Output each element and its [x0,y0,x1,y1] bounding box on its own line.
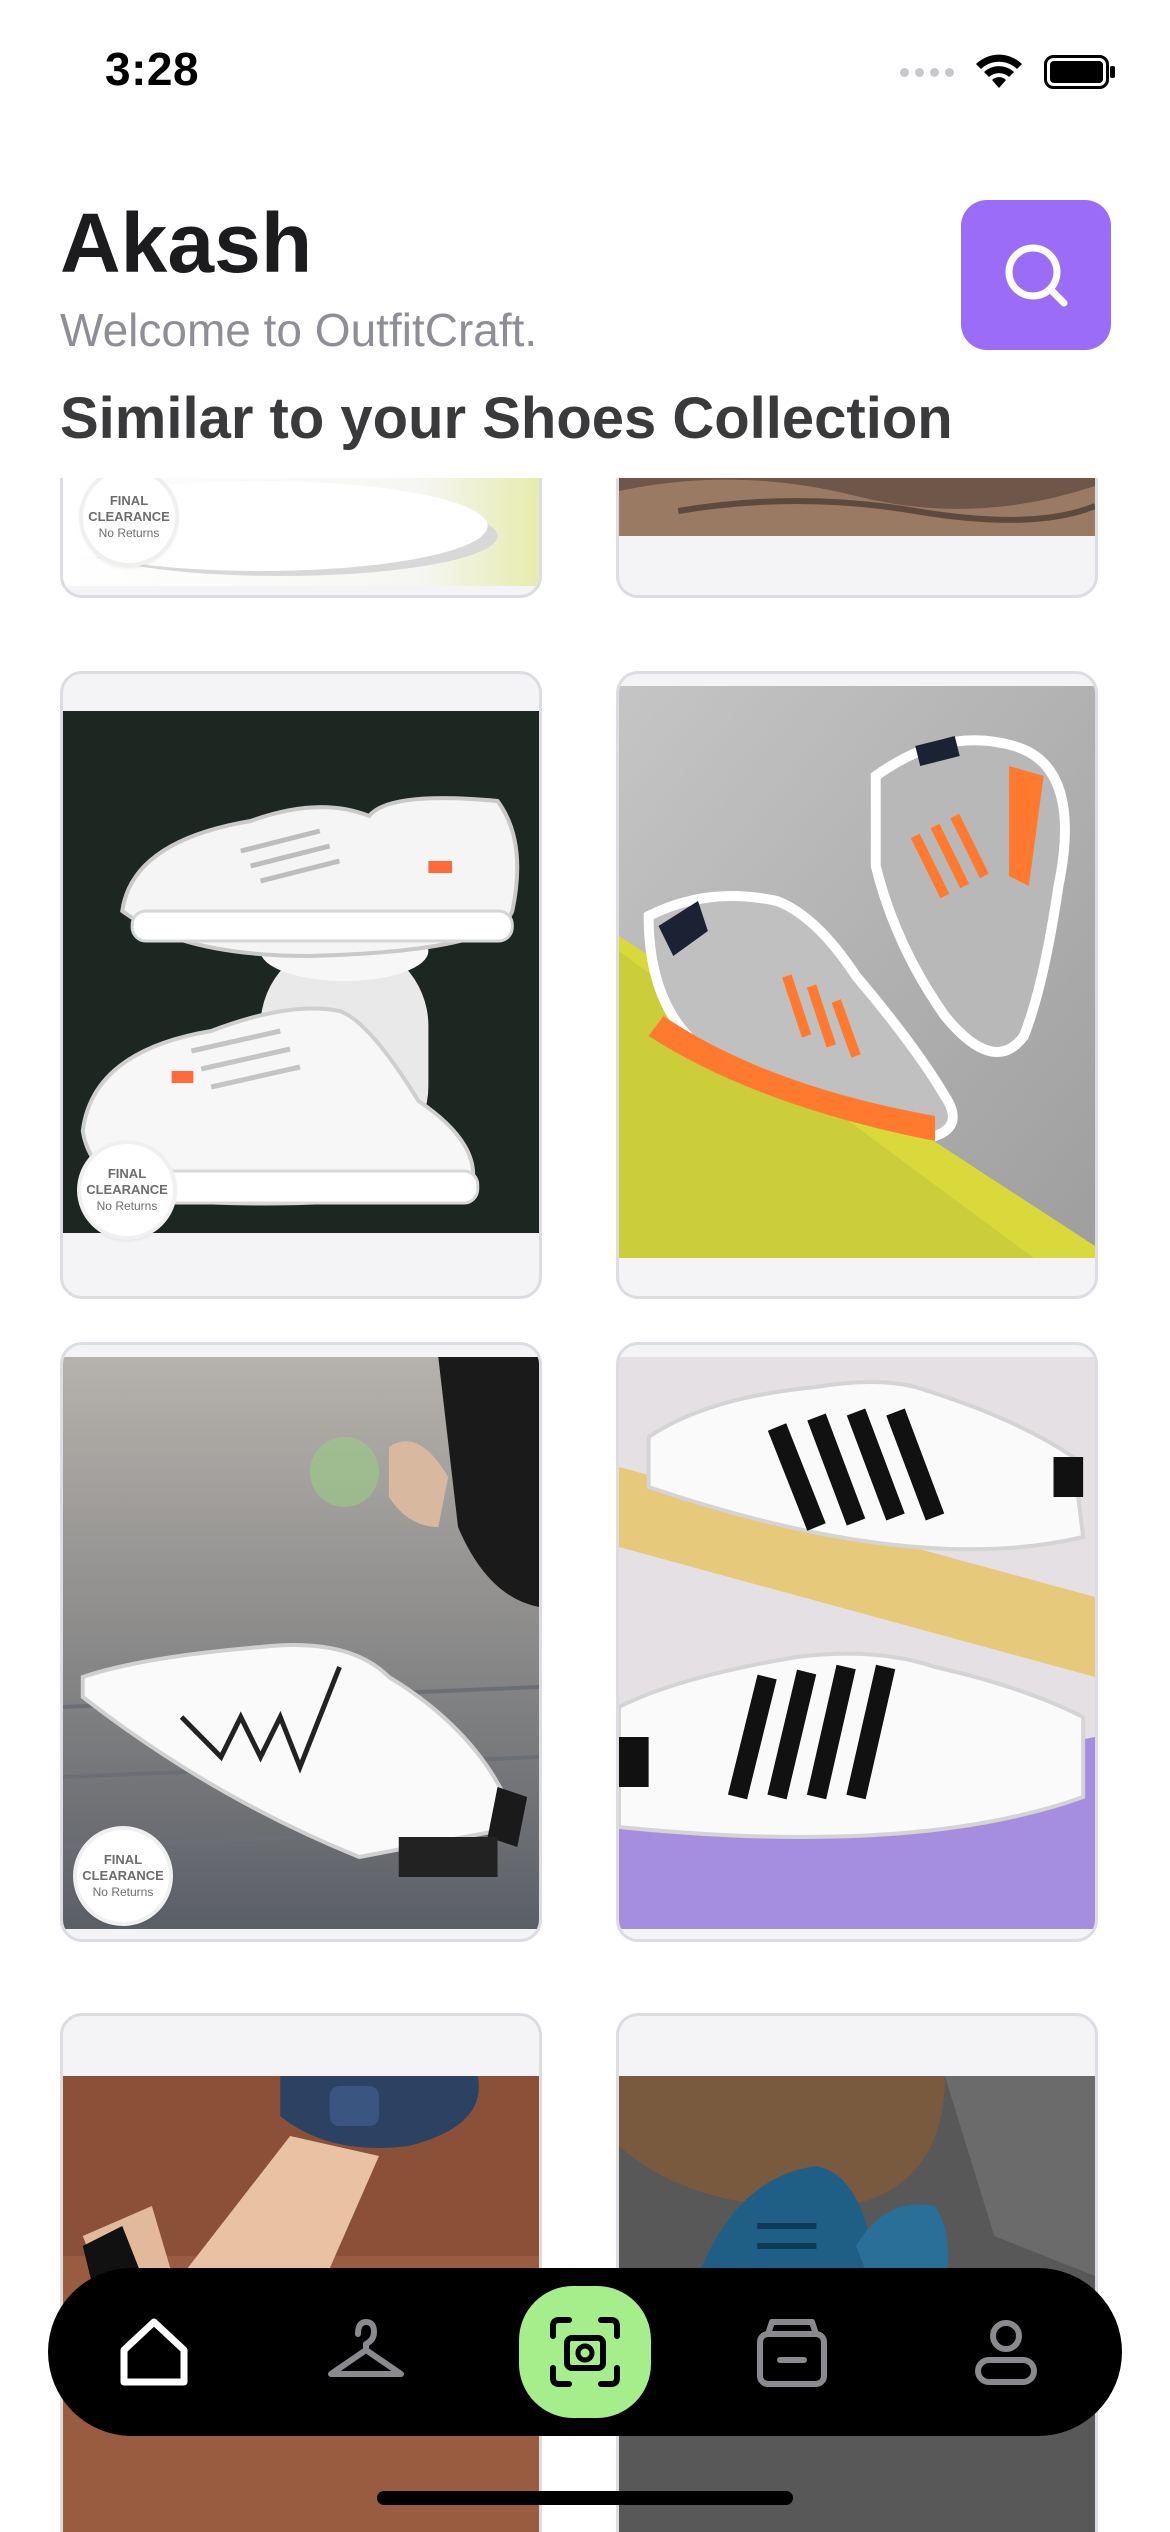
product-card[interactable]: FINAL CLEARANCE No Returns [60,1342,542,1942]
scan-icon [550,2317,620,2387]
product-image [619,478,1095,536]
home-indicator[interactable] [377,2491,793,2505]
status-indicators [900,54,1116,90]
hanger-icon [328,2319,404,2377]
cellular-signal-icon [900,67,954,77]
user-name-heading: Akash [60,196,313,290]
section-title: Similar to your Shoes Collection [60,386,953,451]
nav-wardrobe[interactable] [312,2298,420,2406]
nav-scan[interactable] [519,2286,651,2418]
welcome-subtitle: Welcome to OutfitCraft. [60,304,538,356]
final-clearance-badge: FINAL CLEARANCE No Returns [81,1144,173,1236]
product-card[interactable]: FINAL CLEARANCE No Returns [60,671,542,1299]
product-card[interactable]: FINAL CLEARANCE No Returns [60,478,542,598]
bag-icon [757,2319,827,2387]
nav-profile[interactable] [952,2298,1060,2406]
search-icon [1005,244,1068,307]
search-button[interactable] [961,200,1111,350]
nav-bag[interactable] [738,2298,846,2406]
product-image [619,686,1095,1258]
product-image [619,1357,1095,1929]
product-card[interactable] [616,1342,1098,1942]
battery-icon [1044,55,1116,89]
wifi-icon [974,54,1024,90]
profile-icon [975,2320,1037,2385]
nav-home[interactable] [100,2298,208,2406]
product-grid: FINAL CLEARANCE No Returns FINAL CLEARAN… [0,478,1170,2532]
home-icon [120,2318,188,2386]
product-card[interactable] [616,478,1098,598]
screen: 3:28 Akash Welcome to OutfitCraft. Simil… [0,0,1170,2532]
final-clearance-badge: FINAL CLEARANCE No Returns [77,1830,169,1922]
status-bar: 3:28 [0,0,1170,150]
product-card[interactable] [616,671,1098,1299]
bottom-navigation [48,2268,1122,2436]
status-time: 3:28 [105,43,200,95]
